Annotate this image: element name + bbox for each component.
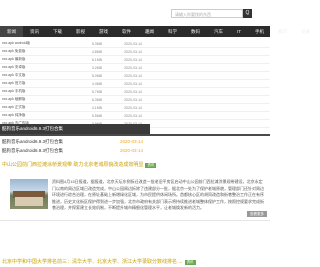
download-name: xxx.apk 正式版 (2, 105, 26, 109)
bottom-article-tag-badge[interactable]: 资讯 (184, 260, 196, 265)
nav-item-digital[interactable]: 数码 (184, 26, 207, 37)
download-size: 3.2MB (91, 65, 102, 70)
download-size: 4.4MB (91, 81, 102, 86)
nav-item-phone[interactable]: 手机 (248, 26, 271, 37)
article-title-text[interactable]: 中山公园前门西拉滩涂桥景观带 助力北京老城原貌改造成效明显 (2, 162, 143, 168)
download-size: 6.3MB (91, 97, 102, 102)
nav-item-info[interactable]: 资讯 (23, 26, 46, 37)
section-title: 酷狗音乐android6.9.3打包合集 (0, 124, 150, 134)
download-size: 5.7MB (91, 89, 102, 94)
download-row[interactable]: xxx.apk 破解版 6.3MB 2020-03-14 (0, 96, 270, 104)
section-divider (0, 134, 270, 136)
nav-item-download[interactable]: 下载 (46, 26, 69, 37)
download-date: 2020-03-14 (124, 81, 142, 86)
read-more-button[interactable]: 查看更多 (247, 211, 267, 217)
main-nav: 新闻 资讯 下载 影视 游戏 软件 趣闻 科学 数码 汽车 IT 手机 知识 记… (0, 26, 310, 37)
download-row[interactable]: xxx.apk 纯净版 5.5MB 2020-03-14 (0, 112, 270, 120)
nav-item-news[interactable]: 新闻 (0, 26, 23, 37)
article-tag-badge[interactable]: 资讯 (145, 163, 157, 168)
download-size: 5.0MB (91, 73, 102, 78)
download-date: 2020-03-14 (124, 73, 142, 78)
article-thumbnail[interactable] (10, 179, 48, 209)
download-list: xxx.apk android版 5.3MB 2020-03-14 xxx.apk … (0, 40, 270, 128)
download-row[interactable]: xxx.apk 正式版 4.1MB 2020-03-14 (0, 104, 270, 112)
download-name: xxx.apk 免费版 (2, 49, 26, 53)
download-row[interactable]: xxx.apk 手机版 5.7MB 2020-03-14 (0, 88, 270, 96)
download-date: 2020-03-14 (124, 57, 142, 62)
search-button[interactable]: Q (243, 9, 252, 18)
download-date: 2020-03-14 (124, 49, 142, 54)
download-name: xxx.apk 手机版 (2, 89, 26, 93)
download-name: xxx.apk 破解版 (2, 97, 26, 101)
download-size: 5.5MB (91, 113, 102, 118)
article-title[interactable]: 中山公园前门西拉滩涂桥景观带 助力北京老城原貌改造成效明显 资讯 (0, 161, 270, 170)
thumbnail-building (15, 197, 43, 206)
download-row[interactable]: xxx.apk 最新版 6.1MB 2020-03-14 (0, 56, 270, 64)
nav-item-car[interactable]: 汽车 (207, 26, 230, 37)
download-name: xxx.apk 安卓版 (2, 65, 26, 69)
download-size: 6.1MB (91, 57, 102, 62)
download-name: xxx.apk 纯净版 (2, 113, 26, 117)
nav-item-record[interactable]: 记录 (294, 26, 317, 37)
download-date: 2020-03-14 (124, 41, 142, 46)
file-date: 2020-03-14 (120, 148, 144, 153)
content-divider (0, 220, 270, 221)
download-date: 2020-03-14 (124, 97, 142, 102)
download-size: 4.1MB (91, 105, 102, 110)
nav-item-science[interactable]: 科学 (161, 26, 184, 37)
nav-item-it[interactable]: IT (230, 26, 248, 37)
download-row[interactable]: xxx.apk 免费版 4.8MB 2020-03-14 (0, 48, 270, 56)
download-name: xxx.apk 中文版 (2, 73, 26, 77)
nav-item-knowledge[interactable]: 知识 (271, 26, 294, 37)
download-size: 4.8MB (91, 49, 102, 54)
download-row[interactable]: xxx.apk 中文版 5.0MB 2020-03-14 (0, 72, 270, 80)
download-row[interactable]: xxx.apk 官方版 4.4MB 2020-03-14 (0, 80, 270, 88)
bottom-article-title[interactable]: 北京中学和中国大学排名前三：清华大学、北京大学、浙江大学录取分数线排名 ... 资… (0, 258, 270, 267)
download-row[interactable]: xxx.apk android版 5.3MB 2020-03-14 (0, 40, 270, 48)
file-row[interactable]: 酷狗音乐android6.9.3打包合集 2020-03-14 (0, 137, 270, 146)
file-date: 2020-03-14 (120, 139, 144, 144)
nav-item-game[interactable]: 游戏 (92, 26, 115, 37)
download-date: 2020-03-14 (124, 105, 142, 110)
nav-item-video[interactable]: 影视 (69, 26, 92, 37)
download-date: 2020-03-14 (124, 65, 142, 70)
search-input[interactable]: 请输入你要找的东西 (171, 9, 243, 18)
download-name: xxx.apk 最新版 (2, 57, 26, 61)
download-name: xxx.apk android版 (2, 41, 31, 45)
file-name-link[interactable]: 酷狗音乐android6.9.3打包合集 (0, 148, 120, 154)
download-name: xxx.apk 官方版 (2, 81, 26, 85)
download-date: 2020-03-14 (124, 89, 142, 94)
download-row[interactable]: xxx.apk 安卓版 3.2MB 2020-03-14 (0, 64, 270, 72)
nav-item-software[interactable]: 软件 (115, 26, 138, 37)
file-list: 酷狗音乐android6.9.3打包合集 2020-03-14 酷狗音乐andr… (0, 137, 270, 155)
article-excerpt: 资料图4月15日报道，据报道，北京天坛东侧拆迁改造一批老旧平房区启动中山公园前门… (52, 179, 264, 210)
bottom-article-title-text[interactable]: 北京中学和中国大学排名前三：清华大学、北京大学、浙江大学录取分数线排名 ... (2, 259, 183, 265)
download-size: 5.3MB (91, 41, 102, 46)
file-name-link[interactable]: 酷狗音乐android6.9.3打包合集 (0, 139, 120, 145)
file-row[interactable]: 酷狗音乐android6.9.3打包合集 2020-03-14 (0, 146, 270, 155)
download-date: 2020-03-14 (124, 113, 142, 118)
nav-item-fun[interactable]: 趣闻 (138, 26, 161, 37)
top-header: 请输入你要找的东西 Q (0, 0, 270, 26)
